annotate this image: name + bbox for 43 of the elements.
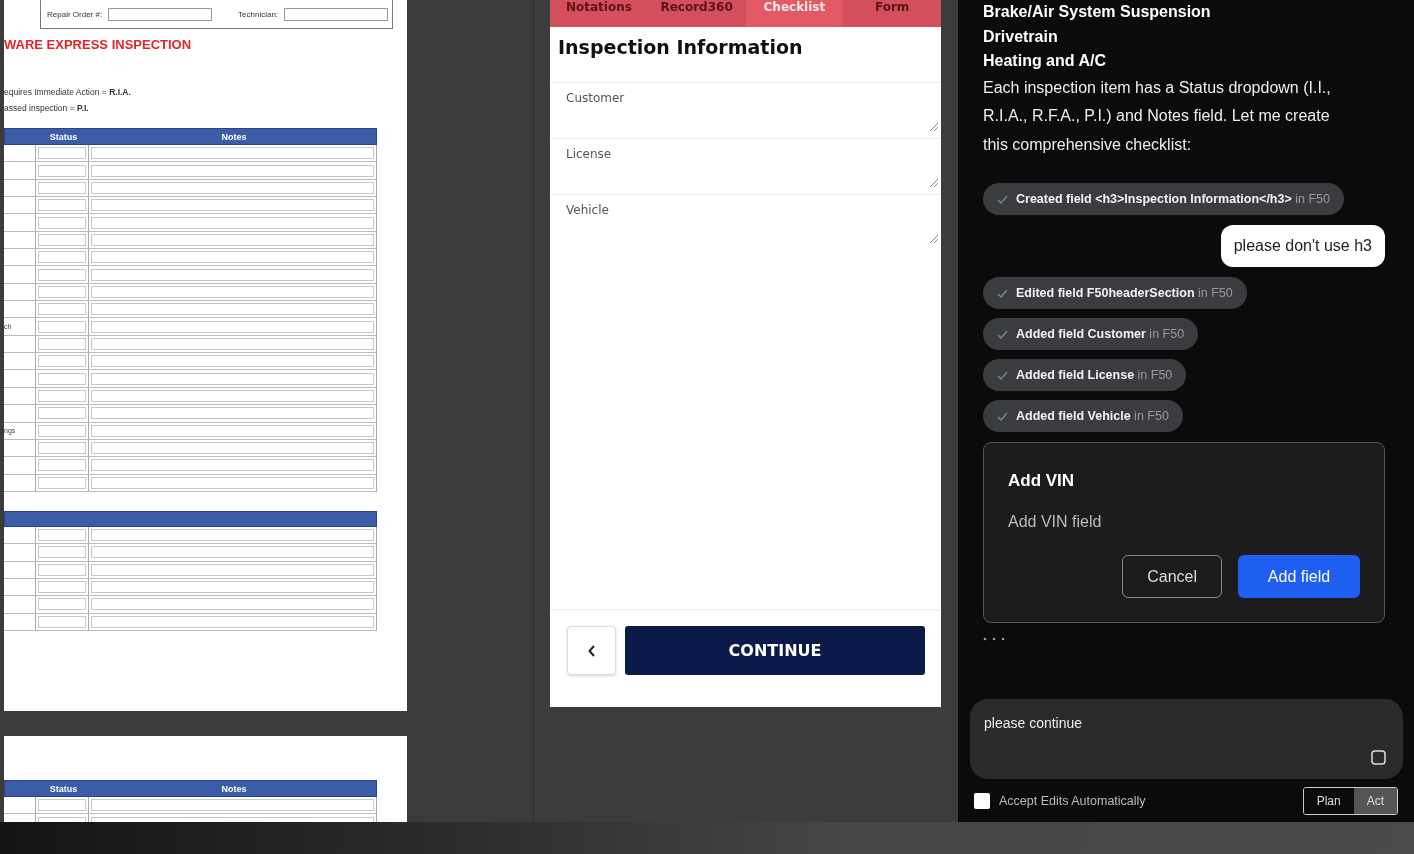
check-icon — [997, 194, 1008, 204]
tool-result-chip: Added field License in F50 — [983, 359, 1187, 392]
user-message: please don't use h3 — [1220, 225, 1385, 268]
check-icon — [997, 329, 1008, 339]
field-label: Repair Order #: — [47, 9, 103, 19]
column-header: Status — [48, 131, 79, 142]
tool-result-chip: Created field <h3>Inspection Information</h3> in F50 — [983, 183, 1344, 216]
section-heading: Brake/Air System Suspension — [983, 2, 1211, 22]
card-title: Add VIN — [1008, 471, 1075, 492]
text-area-field[interactable]: Vehicle — [550, 194, 941, 250]
column-header: Status — [48, 783, 79, 794]
section-heading: Drivetrain — [983, 26, 1058, 47]
tool-result-chip: Added field Vehicle in F50 — [983, 400, 1183, 433]
typing-indicator-icon — [983, 637, 1007, 642]
resize-grip-icon — [929, 178, 939, 188]
document-title: WARE EXPRESS INSPECTION — [4, 37, 193, 53]
field-label: Technician: — [238, 9, 279, 19]
resize-grip-icon — [929, 122, 939, 132]
text-area-field[interactable]: License — [550, 138, 941, 194]
chevron-left-icon — [587, 644, 596, 657]
form-title: Inspection Information — [558, 36, 803, 58]
text-area-field[interactable]: Customer — [550, 82, 941, 138]
mode-option[interactable]: Act — [1353, 787, 1397, 814]
column-header: Notes — [220, 783, 248, 794]
add-field-button[interactable]: Add field — [1238, 555, 1360, 599]
resize-grip-icon — [929, 234, 939, 244]
stop-icon[interactable] — [1371, 750, 1386, 765]
assistant-message: Each inspection item has a Status dropdown (I.I., R.I.A., R.F.A., P.I.) and Notes field. Let me create this comprehensive checklist: — [983, 77, 1332, 155]
check-icon — [997, 411, 1008, 421]
cancel-button[interactable]: Cancel — [1122, 555, 1222, 599]
check-icon — [997, 370, 1008, 380]
section-heading: Heating and A/C — [983, 51, 1106, 71]
checkbox-label: Accept Edits Automatically — [999, 793, 1146, 808]
checkbox[interactable] — [974, 792, 990, 809]
check-icon — [997, 288, 1008, 298]
tool-result-chip: Added field Customer in F50 — [983, 318, 1199, 351]
card-description: Add VIN field — [1008, 513, 1102, 532]
column-header: Notes — [220, 131, 248, 142]
tool-result-chip: Edited field F50headerSection in F50 — [983, 277, 1247, 310]
chat-input[interactable]: please continue — [970, 699, 1403, 779]
continue-button[interactable]: CONTINUE — [625, 626, 925, 675]
legend-line: equires Immediate Action = R.I.A. — [4, 86, 131, 99]
legend-line: assed inspection = P.I. — [4, 102, 89, 115]
